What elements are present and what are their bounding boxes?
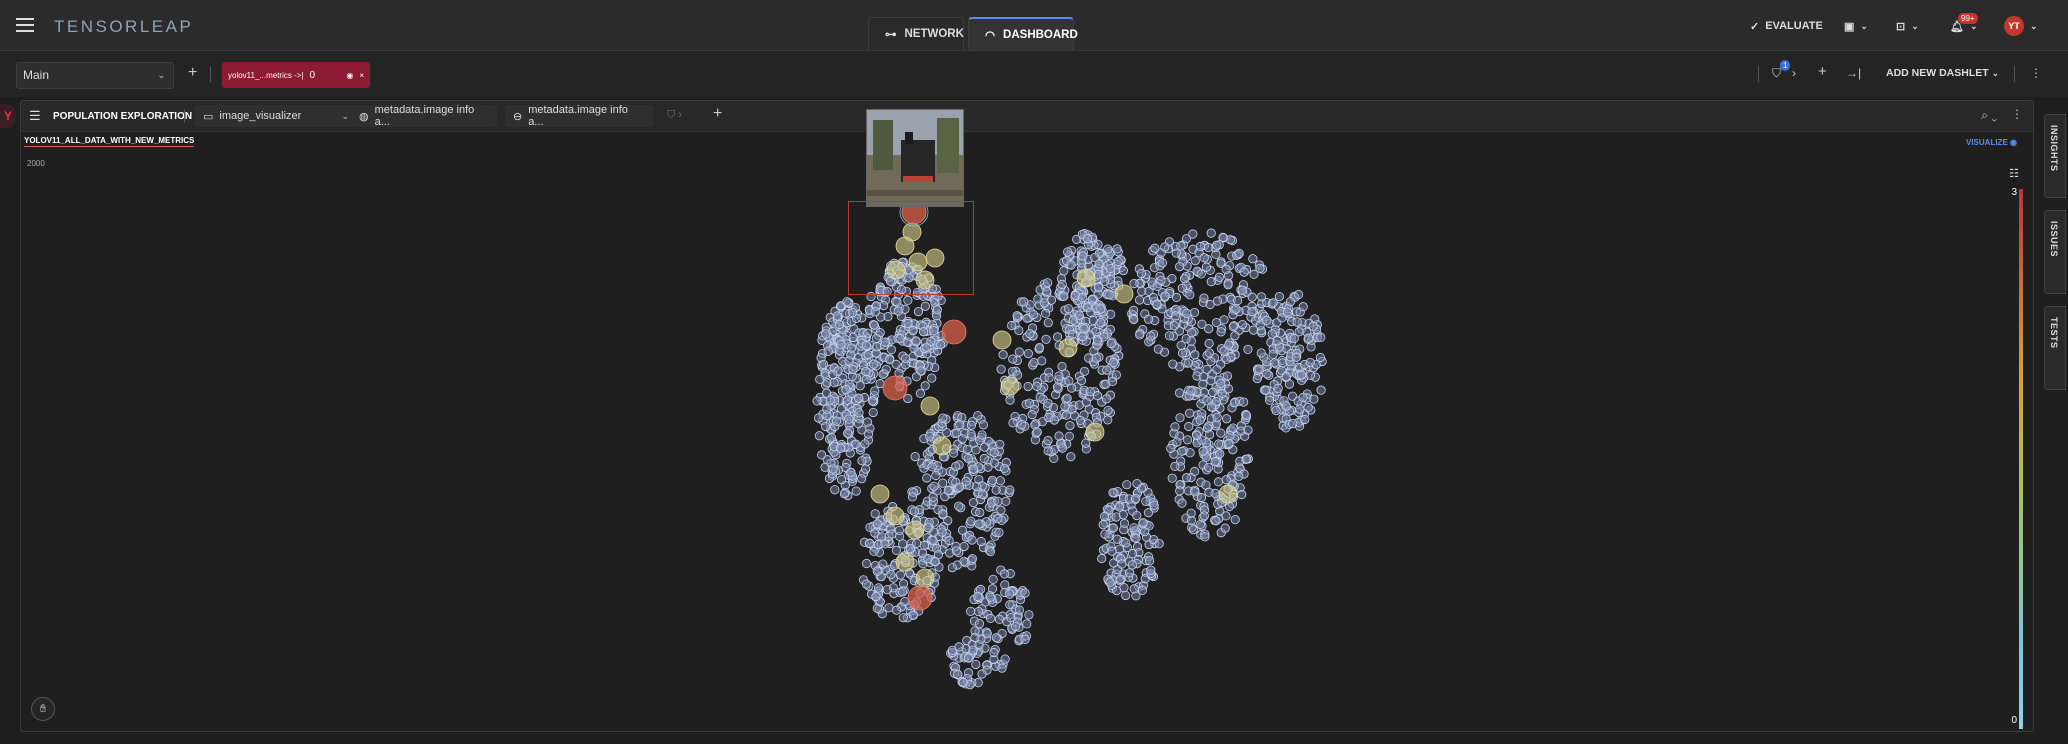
evaluate-button[interactable]: ✓ EVALUATE bbox=[1750, 14, 1823, 38]
image-icon: ▭ bbox=[203, 110, 214, 123]
app-logo: TENSORLEAP bbox=[54, 17, 194, 36]
scale-max-label: 3 bbox=[2011, 187, 2017, 198]
color-scale-bar bbox=[2019, 189, 2023, 729]
user-menu[interactable]: YT ⌄ bbox=[2004, 14, 2038, 38]
add-button[interactable]: + bbox=[713, 105, 722, 123]
divider bbox=[1758, 66, 1759, 82]
check-icon: ✓ bbox=[1750, 20, 1760, 33]
gauge-icon: ◠ bbox=[985, 29, 996, 42]
tab-network[interactable]: ⊶ NETWORK bbox=[868, 17, 964, 50]
add-new-dashlet-button[interactable]: ADD NEW DASHLET ⌄ bbox=[1886, 67, 1999, 79]
tab-dashboard[interactable]: ◠ DASHBOARD bbox=[968, 17, 1078, 50]
visualize-button[interactable]: VISUALIZE ◉ bbox=[1966, 138, 2017, 147]
chevron-down-icon: ⌄ bbox=[157, 70, 165, 80]
more-menu-icon[interactable]: ⋮ bbox=[2011, 107, 2023, 121]
visualizer-select[interactable]: ▭ image_visualizer ⌄ bbox=[195, 105, 357, 127]
menu-icon[interactable] bbox=[16, 18, 34, 32]
model-icon: ▣ bbox=[1844, 20, 1855, 33]
models-menu[interactable]: ▣ ⌄ bbox=[1844, 14, 1868, 38]
search-icon[interactable]: ⌕ ⌄ bbox=[1981, 108, 1997, 123]
jobs-menu[interactable]: ⊡ ⌄ bbox=[1896, 14, 1919, 38]
panel-header: ☰ POPULATION EXPLORATION ▭ image_visuali… bbox=[21, 101, 2033, 132]
selection-box bbox=[848, 201, 974, 295]
chevron-down-icon: ⌄ bbox=[341, 110, 349, 121]
chevron-down-icon: ⌄ bbox=[1860, 20, 1868, 31]
pan-hand-button[interactable]: ✋︎ bbox=[31, 697, 55, 721]
eye-icon[interactable]: ◉ bbox=[346, 71, 353, 80]
divider bbox=[210, 66, 211, 82]
sliders-icon[interactable]: ☰ bbox=[29, 108, 41, 124]
size-by-select[interactable]: ⊖ metadata.image info a... bbox=[505, 104, 653, 128]
chevron-down-icon: ⌄ bbox=[1911, 20, 1919, 31]
more-menu-icon[interactable]: ⋮ bbox=[2030, 66, 2042, 80]
divider bbox=[2014, 66, 2015, 82]
split-icon[interactable]: →| bbox=[1846, 66, 1861, 80]
circle-icon: ⊖ bbox=[513, 110, 523, 123]
palette-icon: ◍ bbox=[359, 110, 369, 123]
train-image bbox=[867, 110, 963, 206]
divider bbox=[184, 109, 185, 123]
tab-insights[interactable]: INSIGHTS bbox=[2044, 114, 2066, 198]
add-filter-button[interactable]: + bbox=[1818, 63, 1827, 80]
chevron-down-icon: ⌄ bbox=[2030, 20, 2038, 31]
notifications-badge: 99+ bbox=[1958, 13, 1978, 24]
briefcase-icon: ⊡ bbox=[1896, 20, 1906, 33]
network-icon: ⊶ bbox=[885, 29, 897, 41]
panel-title: POPULATION EXPLORATION bbox=[53, 111, 193, 122]
tab-issues[interactable]: ISSUES bbox=[2044, 210, 2066, 294]
close-icon[interactable]: × bbox=[359, 71, 364, 80]
sample-thumbnail bbox=[866, 109, 964, 207]
population-exploration-panel: ☰ POPULATION EXPLORATION ▭ image_visuali… bbox=[20, 100, 2034, 732]
list-icon[interactable]: ☷ bbox=[2009, 167, 2019, 180]
color-by-select[interactable]: ◍ metadata.image info a... bbox=[351, 104, 497, 128]
chevron-right-icon[interactable]: › bbox=[1792, 66, 1796, 80]
tensorleap-badge-icon: Y bbox=[0, 104, 16, 128]
dashboard-select[interactable]: Main ⌄ bbox=[16, 62, 174, 89]
eye-icon: ◉ bbox=[2010, 138, 2017, 147]
add-dashboard-button[interactable]: + bbox=[188, 64, 197, 82]
tab-tests[interactable]: TESTS bbox=[2044, 306, 2066, 390]
top-bar: TENSORLEAP ⊶ NETWORK ◠ DASHBOARD ✓ EVALU… bbox=[0, 0, 2068, 51]
filter-chip[interactable]: yolov11_...metrics ->| 0 ◉ × bbox=[222, 62, 370, 88]
filter-icon[interactable]: ⛉ › bbox=[667, 109, 682, 122]
avatar: YT bbox=[2004, 16, 2024, 36]
chevron-down-icon: ⌄ bbox=[1991, 68, 2000, 78]
axis-label: 2000 bbox=[27, 159, 45, 168]
scale-min-label: 0 bbox=[2011, 715, 2017, 726]
dataset-title: YOLOV11_ALL_DATA_WITH_NEW_METRICS bbox=[24, 136, 195, 147]
